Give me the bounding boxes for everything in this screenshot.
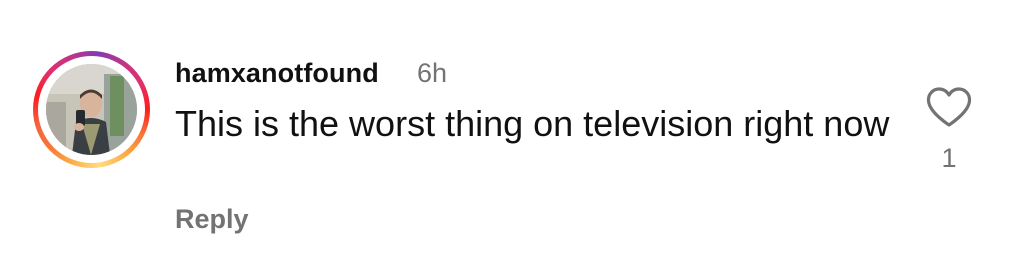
reply-button[interactable]: Reply xyxy=(175,201,249,237)
comment-text: This is the worst thing on television ri… xyxy=(175,103,890,144)
like-count: 1 xyxy=(941,143,957,173)
username[interactable]: hamxanotfound xyxy=(175,55,379,91)
story-ring[interactable] xyxy=(33,51,150,168)
heart-outline-icon[interactable] xyxy=(925,86,973,128)
avatar-border xyxy=(38,56,145,163)
avatar-photo xyxy=(46,64,137,155)
avatar[interactable] xyxy=(46,64,137,155)
comment-item: hamxanotfound 6h This is the worst thing… xyxy=(0,0,1024,280)
comment-timestamp: 6h xyxy=(417,58,448,88)
